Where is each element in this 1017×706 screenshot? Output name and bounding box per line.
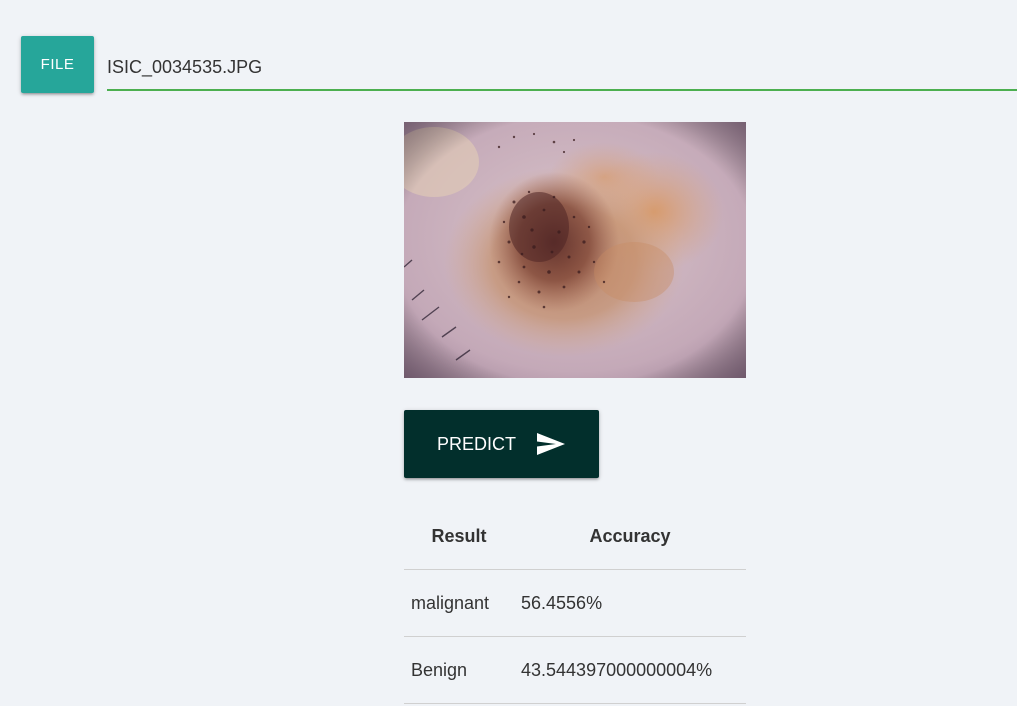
results-table: Result Accuracy malignant 56.4556% Benig… [404, 503, 746, 704]
predict-label: PREDICT [436, 433, 516, 454]
table-row: Benign 43.544397000000004% [404, 636, 746, 704]
table-header-row: Result Accuracy [404, 503, 746, 570]
column-header-result: Result [404, 503, 514, 570]
table-row: malignant 56.4556% [404, 569, 746, 637]
column-header-accuracy: Accuracy [514, 503, 746, 570]
send-icon [536, 432, 566, 456]
result-cell: Benign [404, 636, 514, 704]
accuracy-cell: 43.544397000000004% [514, 636, 746, 704]
file-button[interactable]: FILE [21, 36, 94, 93]
result-cell: malignant [404, 569, 514, 637]
accuracy-cell: 56.4556% [514, 569, 746, 637]
skin-lesion-image [404, 122, 746, 378]
predict-button[interactable]: PREDICT [404, 410, 599, 478]
file-path-input[interactable] [107, 45, 1017, 91]
